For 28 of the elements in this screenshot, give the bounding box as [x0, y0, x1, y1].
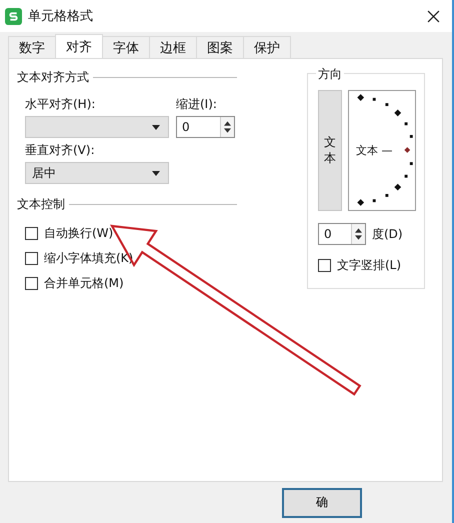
vertical-text-button[interactable]: 文本 — [318, 90, 342, 211]
caret-icon — [152, 170, 160, 176]
tab[interactable]: 数字 — [8, 36, 56, 58]
degree-spinner[interactable]: 0 — [318, 223, 366, 245]
indent-spinner[interactable]: 0 — [176, 116, 235, 138]
checkbox-label: 文字竖排(L) — [337, 257, 402, 274]
field-label: 缩进(I): — [176, 96, 218, 113]
checkbox[interactable] — [318, 259, 331, 272]
tab[interactable]: 保护 — [243, 36, 291, 58]
vertical-align-dropdown[interactable]: 居中 — [25, 162, 169, 184]
checkbox[interactable] — [25, 252, 38, 265]
field-label: 垂直对齐(V): — [25, 142, 96, 159]
orientation-dial[interactable]: 文本 — — [348, 90, 416, 211]
group-title: 文本控制 — [17, 196, 65, 213]
field-label: 水平对齐(H): — [25, 96, 96, 113]
field-label: 度(D) — [372, 226, 403, 242]
checkbox[interactable] — [25, 277, 38, 290]
app-icon — [5, 8, 22, 24]
close-icon[interactable] — [427, 10, 440, 22]
group-title: 文本对齐方式 — [17, 69, 89, 86]
caret-icon — [152, 124, 160, 130]
checkbox[interactable] — [25, 227, 38, 240]
tab[interactable]: 对齐 — [55, 34, 103, 58]
ok-button[interactable]: 确 — [282, 488, 362, 518]
dial-label: 文本 — — [356, 143, 392, 158]
checkbox-label: 合并单元格(M) — [44, 275, 124, 292]
window-title: 单元格格式 — [28, 8, 94, 25]
checkbox-label: 自动换行(W) — [44, 225, 114, 242]
